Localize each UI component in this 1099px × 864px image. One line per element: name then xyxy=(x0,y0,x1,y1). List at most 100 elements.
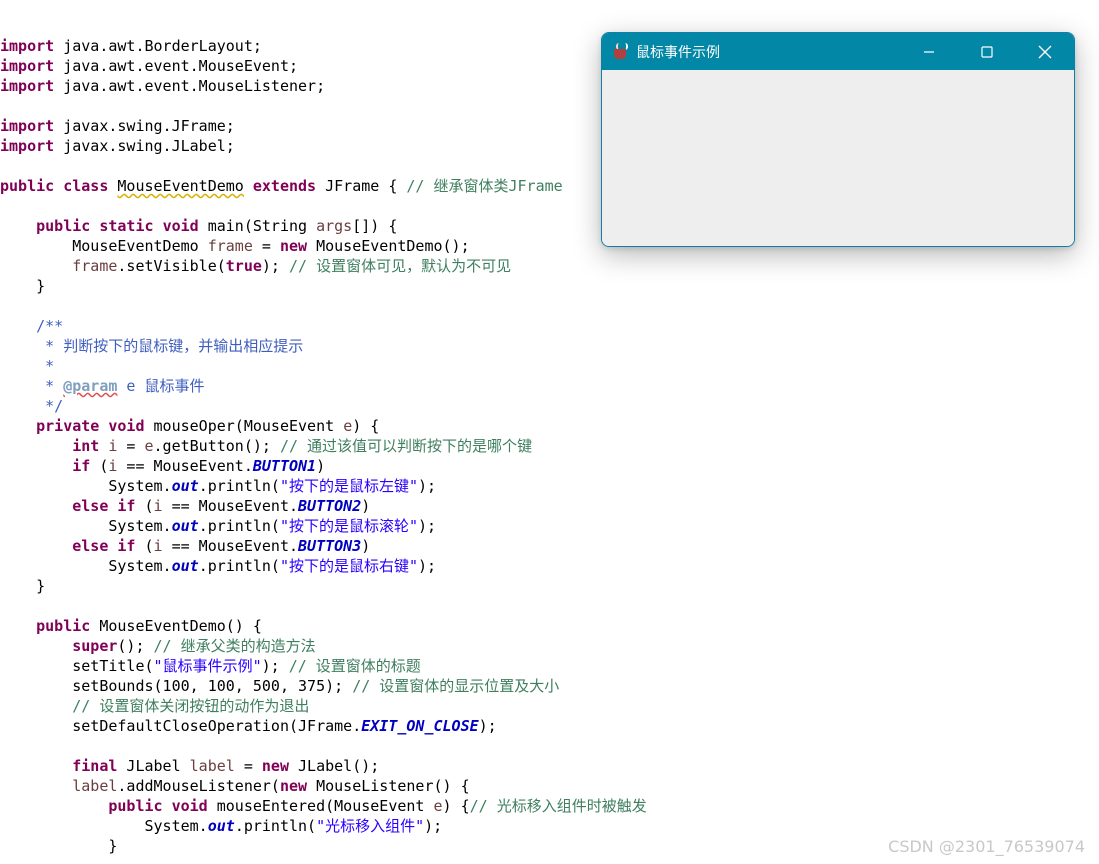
code-token: // 继承父类的构造方法 xyxy=(153,637,316,655)
code-token: setTitle( xyxy=(0,657,154,675)
window-content-area[interactable] xyxy=(602,70,1074,246)
code-token: import xyxy=(0,117,55,135)
code-token: if xyxy=(117,537,136,555)
java-cup-icon xyxy=(612,42,630,61)
window-title: 鼠标事件示例 xyxy=(636,44,720,61)
code-token: ) xyxy=(361,537,371,555)
code-line[interactable]: System.out.println("光标移入组件"); xyxy=(0,816,1099,836)
code-token: out xyxy=(171,557,199,575)
code-line[interactable]: System.out.println("按下的是鼠标滚轮"); xyxy=(0,516,1099,536)
close-button[interactable] xyxy=(1016,33,1074,70)
code-line[interactable]: final JLabel label = new JLabel(); xyxy=(0,756,1099,776)
code-token: BUTTON1 xyxy=(252,457,317,475)
code-line[interactable] xyxy=(0,296,1099,316)
code-line[interactable]: setDefaultCloseOperation(JFrame.EXIT_ON_… xyxy=(0,716,1099,736)
code-line[interactable]: int i = e.getButton(); // 通过该值可以判断按下的是哪个… xyxy=(0,436,1099,456)
code-token: // 继承窗体类JFrame xyxy=(406,177,563,195)
code-token: e xyxy=(433,797,443,815)
code-line[interactable]: // 设置窗体关闭按钮的动作为退出 xyxy=(0,696,1099,716)
code-token: setDefaultCloseOperation(JFrame. xyxy=(0,717,362,735)
code-token: frame xyxy=(72,257,118,275)
code-token: if xyxy=(117,497,136,515)
code-token: ( xyxy=(135,497,154,515)
window-titlebar[interactable]: 鼠标事件示例 xyxy=(602,33,1074,70)
code-token: ( xyxy=(90,457,109,475)
code-line[interactable]: /** xyxy=(0,316,1099,336)
code-token: .println( xyxy=(198,477,280,495)
code-token: java.awt.event.MouseEvent; xyxy=(54,57,299,75)
code-token: == MouseEvent. xyxy=(162,497,299,515)
code-line[interactable]: System.out.println("按下的是鼠标右键"); xyxy=(0,556,1099,576)
code-token: void xyxy=(162,217,199,235)
code-token: "按下的是鼠标右键" xyxy=(279,557,419,575)
code-token: ); xyxy=(478,717,497,735)
code-line[interactable]: else if (i == MouseEvent.BUTTON2) xyxy=(0,496,1099,516)
code-line[interactable]: public void mouseEntered(MouseEvent e) {… xyxy=(0,796,1099,816)
code-token: e xyxy=(343,417,353,435)
code-token: if xyxy=(72,457,91,475)
code-line[interactable]: else if (i == MouseEvent.BUTTON3) xyxy=(0,536,1099,556)
code-line[interactable]: System.out.println("按下的是鼠标左键"); xyxy=(0,476,1099,496)
code-token: (); xyxy=(117,637,154,655)
code-token: import xyxy=(0,57,55,75)
code-token: .println( xyxy=(234,817,317,835)
code-line[interactable]: public MouseEventDemo() { xyxy=(0,616,1099,636)
close-icon xyxy=(1038,45,1052,58)
code-line[interactable]: setTitle("鼠标事件示例"); // 设置窗体的标题 xyxy=(0,656,1099,676)
code-token: * 判断按下的鼠标键，并输出相应提示 xyxy=(45,337,304,355)
code-token: // 设置窗体关闭按钮的动作为退出 xyxy=(72,697,310,715)
code-token: void xyxy=(171,797,208,815)
maximize-button[interactable] xyxy=(958,33,1016,70)
code-line[interactable]: setBounds(100, 100, 500, 375); // 设置窗体的显… xyxy=(0,676,1099,696)
code-token: e 鼠标事件 xyxy=(117,377,205,395)
code-line[interactable]: super(); // 继承父类的构造方法 xyxy=(0,636,1099,656)
code-line[interactable] xyxy=(0,736,1099,756)
code-line[interactable]: label.addMouseListener(new MouseListener… xyxy=(0,776,1099,796)
code-line[interactable]: * @param e 鼠标事件 xyxy=(0,376,1099,396)
code-line[interactable]: private void mouseOper(MouseEvent e) { xyxy=(0,416,1099,436)
code-token: ); xyxy=(418,517,437,535)
code-token: e xyxy=(144,437,154,455)
code-token: System. xyxy=(0,557,172,575)
code-line[interactable] xyxy=(0,596,1099,616)
code-token: out xyxy=(171,477,199,495)
code-line[interactable]: * xyxy=(0,356,1099,376)
java-window[interactable]: 鼠标事件示例 xyxy=(601,32,1075,247)
code-token: .println( xyxy=(198,557,280,575)
code-token: System. xyxy=(0,477,172,495)
code-token: == MouseEvent. xyxy=(117,457,253,475)
code-token: BUTTON2 xyxy=(298,497,362,515)
code-token: ); xyxy=(418,477,437,495)
code-line[interactable]: } xyxy=(0,576,1099,596)
code-line[interactable]: } xyxy=(0,276,1099,296)
code-token: frame xyxy=(207,237,253,255)
code-token: label xyxy=(72,777,118,795)
code-token: JLabel xyxy=(117,757,190,775)
code-token: JFrame { xyxy=(316,177,407,195)
code-token: []) { xyxy=(352,217,398,235)
code-token: "光标移入组件" xyxy=(316,817,425,835)
code-token: import xyxy=(0,137,55,155)
code-token: // 光标移入组件时被触发 xyxy=(469,797,647,815)
code-line[interactable]: * 判断按下的鼠标键，并输出相应提示 xyxy=(0,336,1099,356)
code-token: .addMouseListener( xyxy=(117,777,280,795)
code-line[interactable]: if (i == MouseEvent.BUTTON1) xyxy=(0,456,1099,476)
code-line[interactable]: frame.setVisible(true); // 设置窗体可见，默认为不可见 xyxy=(0,256,1099,276)
minimize-button[interactable] xyxy=(900,33,958,70)
code-token: mouseEntered(MouseEvent xyxy=(207,797,434,815)
code-token: .setVisible( xyxy=(117,257,226,275)
minimize-icon xyxy=(924,50,934,53)
code-token: "按下的是鼠标左键" xyxy=(279,477,419,495)
code-token: new xyxy=(261,757,289,775)
code-line[interactable]: */ xyxy=(0,396,1099,416)
